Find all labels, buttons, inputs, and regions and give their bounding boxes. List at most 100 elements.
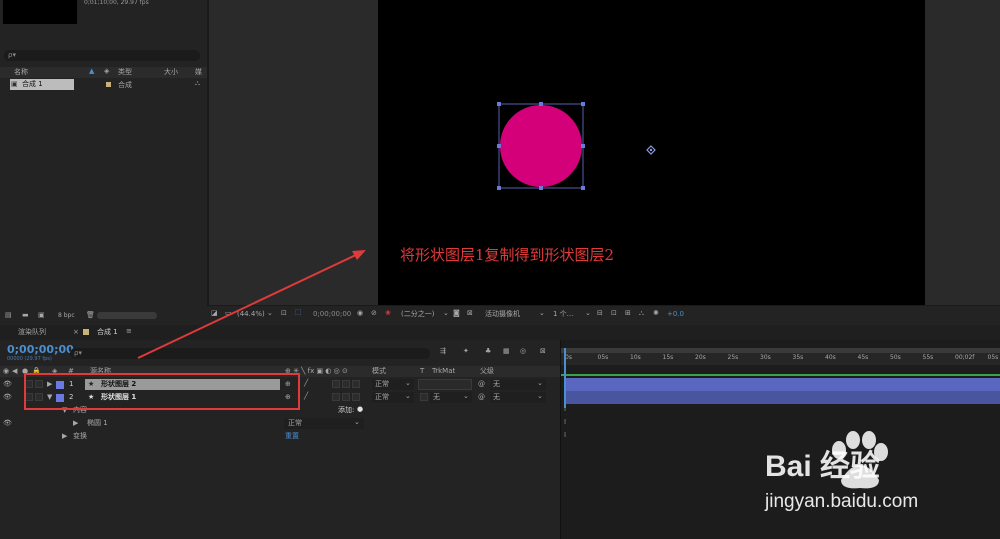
parent-value: 无 (493, 380, 500, 388)
fast-preview-icon[interactable]: ⊡ (611, 310, 617, 317)
shy-layers-icon[interactable]: ♣ (485, 348, 491, 355)
color-channel-icon[interactable]: ❀ (385, 310, 391, 317)
header-type[interactable]: 类型 (118, 69, 132, 76)
mode-dropdown[interactable]: 正常 ⌄ (372, 392, 414, 403)
timeline-icon[interactable]: ⊞ (625, 310, 631, 317)
show-snapshot-icon[interactable]: ⊘ (371, 310, 377, 317)
trkmat-value: 无 (433, 393, 440, 401)
menu-icon[interactable]: ≡ (126, 328, 132, 335)
ruler-tick-label: 40s (825, 354, 836, 361)
current-time-indicator[interactable] (564, 348, 566, 408)
frame-blending-icon[interactable]: ▦ (503, 348, 510, 355)
time-ruler[interactable]: 0s 05s 10s 15s 20s 25s 30s 35s 40s 45s 50s 55s 00;02… (561, 353, 1000, 365)
ruler-tick-label: 05s (987, 354, 999, 361)
ruler-tick-label: 05s (597, 354, 609, 361)
render-bar (561, 374, 1000, 376)
project-search-input[interactable]: ρ▾ (4, 50, 200, 61)
timeline-tabbar: 渲染队列 × 合成 1 ≡ (0, 325, 1000, 340)
layer-duration-bar[interactable] (565, 391, 1000, 404)
keyframe-marker: I (564, 418, 567, 426)
exposure-icon[interactable]: ✺ (653, 310, 659, 317)
tab-render-queue[interactable]: 渲染队列 (18, 329, 46, 336)
add-label[interactable]: 添加: (338, 407, 354, 414)
mode-dropdown[interactable]: 正常 ⌄ (372, 379, 414, 390)
chevron-down-icon: ⌄ (585, 309, 591, 317)
transparency-grid-icon[interactable]: ⊠ (467, 310, 473, 317)
trash-icon[interactable]: 🗑 (86, 312, 95, 319)
expand-arrow-icon[interactable]: ▶ (73, 420, 78, 427)
graph-editor-icon[interactable]: ⊠ (540, 348, 546, 355)
anchor-point-icon[interactable] (646, 145, 656, 155)
motion-blur-icon[interactable]: ◎ (520, 348, 526, 355)
visibility-eye-icon[interactable]: 👁 (3, 381, 12, 388)
camera-dropdown[interactable]: 活动摄像机 (485, 311, 520, 318)
project-footer: ▤ ▬ ▣ 8 bpc 🗑 (0, 308, 207, 323)
bpc-label[interactable]: 8 bpc (58, 313, 75, 319)
visibility-eye-icon[interactable]: 👁 (3, 420, 12, 427)
ellipse-mode-dropdown[interactable]: 正常 ⌄ (284, 418, 364, 429)
quality-switch-icon[interactable]: ╱ (304, 393, 308, 400)
switch-box[interactable] (342, 380, 350, 388)
interpret-footage-icon[interactable]: ▤ (5, 312, 12, 319)
parent-dropdown[interactable]: 无 ⌄ (490, 379, 546, 390)
safe-zones-icon[interactable]: ⊡ (281, 310, 287, 317)
ruler-tick-label: 55s (922, 354, 934, 361)
project-item-row[interactable]: ▣ 合成 1 (10, 79, 74, 90)
region-icon[interactable]: ▭ (225, 310, 232, 317)
comp-thumbnail (3, 0, 77, 24)
reset-link[interactable]: 重置 (285, 433, 299, 440)
eye-icon: ◉ (3, 367, 10, 375)
tab-comp[interactable]: 合成 1 (97, 329, 118, 336)
parent-dropdown[interactable]: 无 ⌄ (490, 392, 546, 403)
comp-mini-flowchart-icon[interactable]: ⇶ (440, 348, 446, 355)
zoom-dropdown[interactable]: (44.4%) (237, 311, 265, 318)
close-icon[interactable]: × (73, 329, 79, 336)
highlight-box (24, 373, 300, 410)
keyframe-marker: I (564, 431, 567, 439)
header-name[interactable]: 名称 (14, 69, 28, 76)
header-size[interactable]: 大小 (164, 69, 178, 76)
search-icon: ρ▾ (8, 51, 16, 59)
chevron-down-icon: ⌄ (354, 418, 360, 426)
views-dropdown[interactable]: 1 个... (553, 311, 573, 318)
switch-box[interactable] (352, 393, 360, 401)
project-scrollbar[interactable] (97, 312, 157, 319)
switch-box[interactable] (352, 380, 360, 388)
trkmat-dropdown[interactable]: 无 ⌄ (430, 392, 472, 403)
snapshot-icon[interactable]: ◉ (357, 310, 363, 317)
quality-switch-icon[interactable]: ╱ (304, 380, 308, 387)
new-comp-icon[interactable]: ▣ (38, 312, 45, 319)
timeline-timecode[interactable]: 0;00;00;00 (7, 344, 74, 355)
ruler-tick-label: 50s (890, 354, 901, 361)
exposure-value[interactable]: +0.0 (667, 311, 684, 318)
expand-arrow-icon[interactable]: ▶ (62, 433, 67, 440)
visibility-eye-icon[interactable]: 👁 (3, 394, 12, 401)
ellipse-shape[interactable] (500, 105, 582, 187)
switch-box[interactable] (332, 393, 340, 401)
mask-visibility-icon[interactable]: ⬚ (295, 309, 302, 316)
preserve-transparency-toggle[interactable] (420, 393, 428, 401)
pixel-aspect-icon[interactable]: ⊟ (597, 310, 603, 317)
always-preview-icon[interactable]: ◪ (211, 310, 218, 317)
roi-icon[interactable]: ◙ (453, 310, 460, 317)
transform-label[interactable]: 变换 (73, 433, 87, 440)
timeline-search-input[interactable]: ρ▾ (70, 348, 430, 359)
switch-box[interactable] (332, 380, 340, 388)
col-trkmat: TrkMat (432, 367, 456, 375)
draft-3d-icon[interactable]: ✦ (463, 348, 469, 355)
flowchart-icon[interactable]: ⛬ (639, 310, 644, 317)
ruler-tick-label: 0s (565, 354, 572, 361)
pickwhip-icon[interactable]: @ (478, 394, 485, 401)
project-item-name: 合成 1 (22, 80, 43, 88)
header-fps[interactable]: 媒 (195, 69, 202, 76)
trkmat-dropdown[interactable] (418, 379, 472, 390)
add-circle-icon[interactable]: ● (357, 406, 363, 413)
ellipse-group-label[interactable]: 椭圆 1 (87, 420, 108, 427)
layer-duration-bar[interactable] (565, 378, 1000, 391)
new-folder-icon[interactable]: ▬ (22, 312, 29, 319)
switch-box[interactable] (342, 393, 350, 401)
pickwhip-icon[interactable]: @ (478, 381, 485, 388)
resolution-dropdown[interactable]: (二分之一) (401, 311, 434, 318)
timeline-fps: 00000 (29.97 fps) (7, 356, 52, 362)
viewer-timecode[interactable]: 0;00;00;00 (313, 311, 351, 318)
